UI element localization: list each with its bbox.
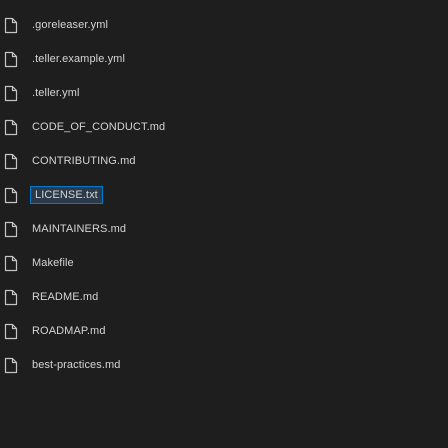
file-name: .teller.yml [32,87,80,99]
file-icon [2,254,20,272]
file-item-readme[interactable]: README.md [0,280,448,314]
file-name: MAINTAINERS.md [32,223,127,235]
file-item-teller[interactable]: .teller.yml [0,76,448,110]
file-icon [2,356,20,374]
file-item-teller-example[interactable]: .teller.example.yml [0,42,448,76]
file-item-best-practices[interactable]: best-practices.md [0,348,448,382]
file-name: best-practices.md [32,359,121,371]
file-item-roadmap[interactable]: ROADMAP.md [0,314,448,348]
file-name: Makefile [32,257,74,269]
file-explorer-list: .goreleaser.yml .teller.example.yml .tel… [0,0,448,448]
file-icon [2,152,20,170]
file-item-maintainers[interactable]: MAINTAINERS.md [0,212,448,246]
file-icon [2,186,20,204]
file-icon [2,50,20,68]
file-name: ROADMAP.md [32,325,106,337]
file-icon [2,220,20,238]
file-item-goreleaser[interactable]: .goreleaser.yml [0,8,448,42]
file-name: CONTRIBUTING.md [32,155,136,167]
file-name: CODE_OF_CONDUCT.md [32,121,166,133]
file-icon [2,16,20,34]
file-name: .goreleaser.yml [32,19,109,31]
file-icon [2,84,20,102]
file-item-contributing[interactable]: CONTRIBUTING.md [0,144,448,178]
file-icon [2,288,20,306]
file-item-code-of-conduct[interactable]: CODE_OF_CONDUCT.md [0,110,448,144]
file-icon [2,322,20,340]
file-icon [2,118,20,136]
file-name: LICENSE.txt [30,186,103,204]
file-name: README.md [32,291,99,303]
file-name: .teller.example.yml [32,53,125,65]
file-item-license[interactable]: LICENSE.txt [0,178,448,212]
file-item-makefile[interactable]: Makefile [0,246,448,280]
